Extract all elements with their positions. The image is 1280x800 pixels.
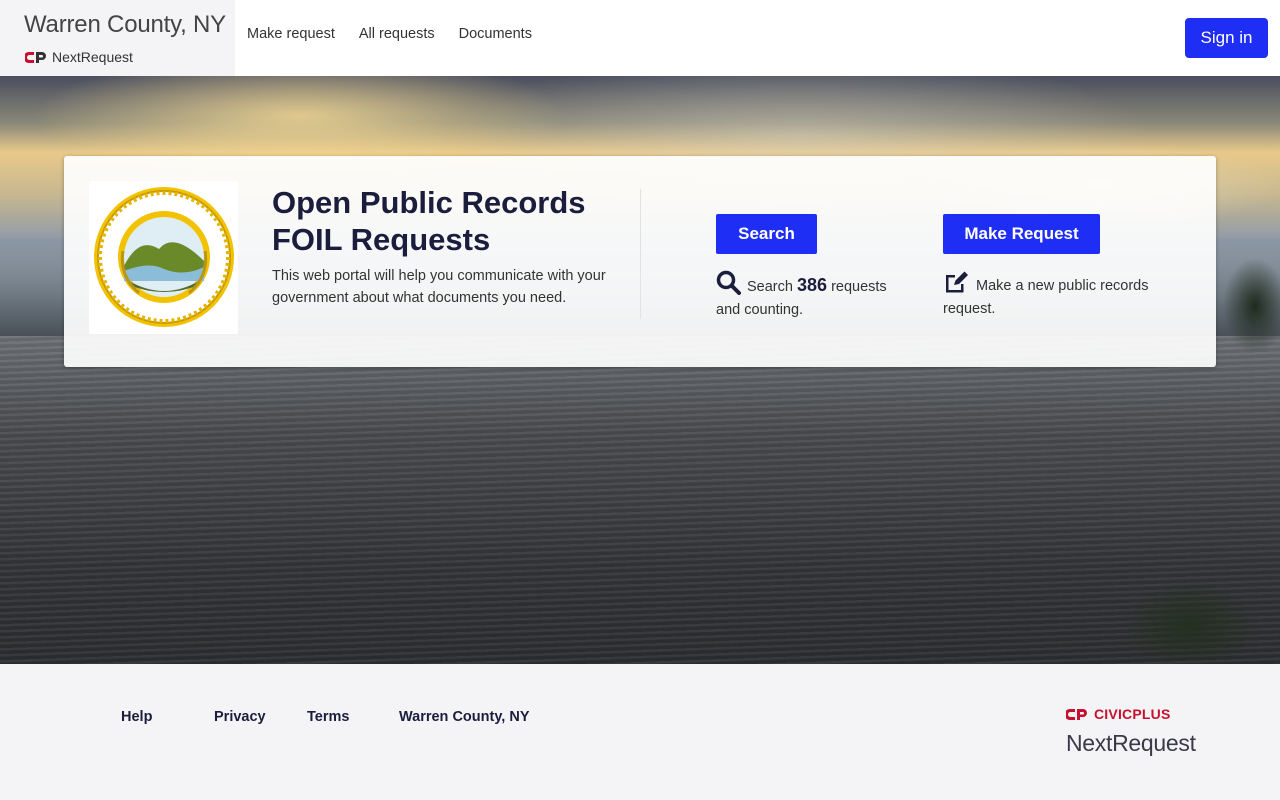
sign-in-button[interactable]: Sign in bbox=[1185, 18, 1268, 58]
civicplus-label: CIVICPLUS bbox=[1094, 706, 1171, 722]
civicplus-logo-icon bbox=[25, 51, 46, 63]
brand-block[interactable]: Warren County, NY NextRequest bbox=[0, 0, 235, 76]
nav-make-request[interactable]: Make request bbox=[247, 26, 335, 42]
civicplus-footer-logo-icon bbox=[1066, 708, 1087, 720]
footer-link-county[interactable]: Warren County, NY bbox=[399, 709, 530, 725]
edit-icon bbox=[946, 271, 968, 293]
search-button[interactable]: Search bbox=[716, 214, 817, 254]
page-title-line1: Open Public Records bbox=[272, 185, 586, 220]
nav-documents[interactable]: Documents bbox=[459, 26, 532, 42]
main-nav: Make request All requests Documents bbox=[247, 26, 532, 42]
page-title-line2: FOIL Requests bbox=[272, 222, 491, 257]
search-prefix-text: Search bbox=[747, 279, 793, 295]
footer-link-help[interactable]: Help bbox=[121, 709, 214, 725]
hero-tree bbox=[1100, 556, 1280, 664]
hero-tree-right bbox=[1215, 246, 1280, 356]
brand-subtitle: NextRequest bbox=[25, 49, 133, 65]
portal-description: This web portal will help you communicat… bbox=[272, 268, 606, 306]
page-footer: Help Privacy Terms Warren County, NY CIV… bbox=[0, 664, 1280, 800]
intro-card: Open Public Records FOIL Requests This w… bbox=[64, 156, 1216, 367]
brand-subtitle-text: NextRequest bbox=[52, 49, 133, 65]
brand-title: Warren County, NY bbox=[24, 11, 226, 38]
top-header: Warren County, NY NextRequest Make reque… bbox=[0, 0, 1280, 76]
nextrequest-footer-label: NextRequest bbox=[1066, 730, 1196, 756]
nav-all-requests[interactable]: All requests bbox=[359, 26, 435, 42]
make-request-button[interactable]: Make Request bbox=[943, 214, 1100, 254]
county-seal bbox=[89, 181, 238, 334]
footer-link-terms[interactable]: Terms bbox=[307, 709, 399, 725]
county-seal-icon bbox=[94, 187, 234, 327]
request-count: 386 bbox=[796, 275, 828, 295]
footer-link-privacy[interactable]: Privacy bbox=[214, 709, 307, 725]
search-blurb: Search 386 requests and counting. bbox=[716, 270, 906, 322]
make-request-blurb: Make a new public records request. bbox=[943, 270, 1173, 321]
search-icon bbox=[716, 270, 741, 295]
footer-links: Help Privacy Terms Warren County, NY bbox=[121, 709, 530, 725]
hero-water bbox=[0, 336, 1280, 664]
civicplus-brand[interactable]: CIVICPLUS bbox=[1066, 706, 1170, 722]
make-request-text: Make a new public records request. bbox=[943, 278, 1149, 317]
page-title: Open Public Records FOIL Requests bbox=[272, 184, 586, 258]
card-divider bbox=[640, 189, 641, 319]
